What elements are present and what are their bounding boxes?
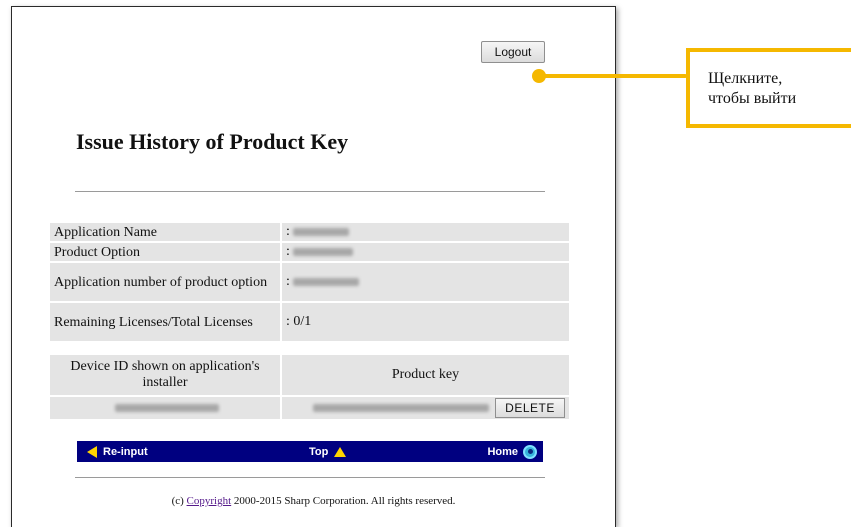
info-value: : (282, 223, 569, 241)
info-row-application-number: Application number of product option : (50, 263, 569, 301)
product-key-cell: DELETE (282, 397, 569, 419)
info-label: Application Name (50, 223, 280, 241)
table-row: DELETE (50, 397, 569, 419)
top-link[interactable]: Top (309, 441, 347, 462)
info-label: Application number of product option (50, 263, 280, 301)
application-info-table: Application Name : Product Option : Appl… (50, 223, 569, 343)
device-id-cell (50, 397, 280, 419)
callout-text-line1: Щелкните, (708, 70, 783, 87)
home-label: Home (487, 445, 518, 458)
info-value: : 0/1 (282, 303, 569, 341)
info-row-application-name: Application Name : (50, 223, 569, 241)
divider (75, 477, 545, 478)
redacted-product-key (313, 404, 489, 412)
delete-button[interactable]: DELETE (495, 398, 565, 418)
home-link[interactable]: Home (487, 441, 537, 462)
info-label: Product Option (50, 243, 280, 261)
home-icon (523, 444, 537, 459)
browser-screenshot: Logout Issue History of Product Key Appl… (11, 6, 616, 527)
redacted-value (292, 248, 353, 256)
redacted-value (292, 228, 349, 236)
footer-suffix: 2000-2015 Sharp Corporation. All rights … (231, 495, 456, 507)
footer-prefix: (c) (171, 495, 187, 507)
callout-dot (532, 69, 546, 83)
footer-copyright: (c) Copyright 2000-2015 Sharp Corporatio… (12, 495, 615, 507)
redacted-value (292, 278, 359, 286)
navigation-bar: Re-input Top Home (77, 441, 543, 462)
callout-text-line2: чтобы выйти (708, 90, 797, 107)
info-row-product-option: Product Option : (50, 243, 569, 261)
info-value: : (282, 263, 569, 301)
page-title: Issue History of Product Key (76, 129, 349, 154)
reinput-label: Re-input (103, 445, 148, 458)
copyright-link[interactable]: Copyright (187, 495, 232, 507)
arrow-up-icon (334, 446, 347, 457)
reinput-link[interactable]: Re-input (87, 441, 148, 462)
redacted-device-id (114, 404, 219, 412)
divider (75, 191, 545, 192)
callout-box: Щелкните, чтобы выйти (686, 48, 851, 128)
top-label: Top (309, 445, 329, 458)
info-label: Remaining Licenses/Total Licenses (50, 303, 280, 341)
info-value: : (282, 243, 569, 261)
logout-button[interactable]: Logout (481, 41, 545, 63)
column-header-device-id: Device ID shown on application's install… (50, 355, 280, 395)
column-header-product-key: Product key (282, 355, 569, 395)
callout-line (540, 74, 687, 78)
table-header: Device ID shown on application's install… (50, 355, 569, 395)
arrow-left-icon (87, 445, 97, 458)
info-row-remaining-licenses: Remaining Licenses/Total Licenses : 0/1 (50, 303, 569, 341)
product-key-table: Device ID shown on application's install… (50, 355, 569, 419)
